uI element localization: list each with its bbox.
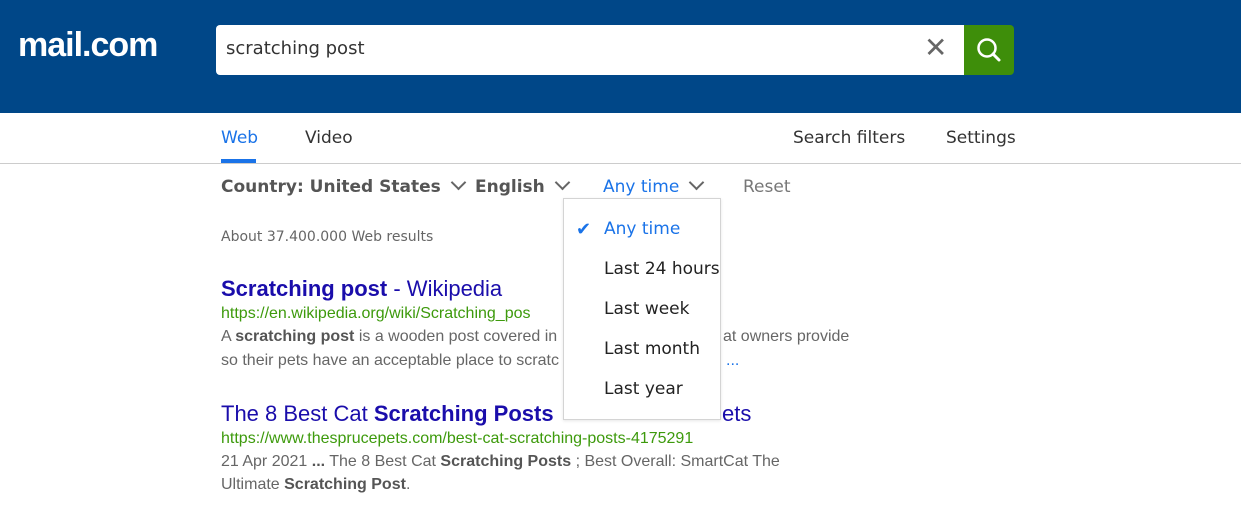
tab-video[interactable]: Video — [305, 128, 353, 148]
results-count: About 37.400.000 Web results — [221, 229, 434, 245]
result-snippet: Ultimate Scratching Post. — [221, 476, 411, 493]
divider — [0, 163, 1241, 164]
close-icon[interactable]: ✕ — [924, 33, 947, 63]
option-last-week[interactable]: Last week — [604, 299, 689, 319]
chevron-down-icon — [689, 174, 705, 191]
result-snippet: so their pets have an acceptable place t… — [221, 352, 559, 369]
option-any-time[interactable]: Any time — [604, 219, 680, 239]
time-filter[interactable]: Any time — [603, 174, 705, 197]
chevron-down-icon — [554, 174, 571, 191]
option-last-24-hours[interactable]: Last 24 hours — [604, 259, 720, 279]
magnifier-icon — [977, 38, 1001, 62]
country-label: Country: United States — [221, 177, 441, 197]
search-input[interactable]: scratching post ✕ — [216, 25, 964, 75]
language-label: English — [475, 177, 545, 197]
tab-web[interactable]: Web — [221, 128, 258, 148]
search-button[interactable] — [964, 25, 1014, 75]
result-snippet-tail: l ... — [718, 352, 740, 369]
time-dropdown-menu: ✔ Any time Last 24 hours Last week Last … — [563, 198, 721, 420]
result-title-link[interactable]: Scratching post - Wikipedia — [221, 276, 502, 302]
title-bold: Scratching post — [221, 276, 388, 301]
result-snippet: A scratching post is a wooden post cover… — [221, 328, 558, 345]
mail-com-logo[interactable]: mail.com — [18, 26, 158, 65]
checkmark-icon: ✔ — [576, 219, 592, 240]
settings-link[interactable]: Settings — [946, 128, 1016, 148]
result-snippet: 21 Apr 2021 ... The 8 Best Cat Scratchin… — [221, 453, 780, 470]
title-part: The 8 Best Cat — [221, 401, 374, 426]
country-filter[interactable]: Country: United States — [221, 174, 467, 197]
chevron-down-icon — [450, 174, 467, 191]
reset-button[interactable]: Reset — [743, 177, 791, 197]
time-label: Any time — [603, 177, 680, 197]
header: mail.com scratching post ✕ — [0, 0, 1241, 113]
result-url[interactable]: https://en.wikipedia.org/wiki/Scratching… — [221, 305, 531, 323]
option-last-year[interactable]: Last year — [604, 379, 683, 399]
title-bold: Scratching Posts — [373, 401, 554, 426]
search-filters-link[interactable]: Search filters — [793, 128, 905, 148]
result-title-tail[interactable]: ets — [722, 401, 751, 427]
language-filter[interactable]: English — [475, 174, 571, 197]
search-query[interactable]: scratching post — [226, 38, 365, 59]
result-snippet-tail: at owners provide — [723, 328, 850, 345]
title-rest: - Wikipedia — [387, 276, 503, 301]
result-title-link[interactable]: The 8 Best Cat Scratching Posts — [221, 401, 554, 427]
option-last-month[interactable]: Last month — [604, 339, 700, 359]
result-url[interactable]: https://www.thesprucepets.com/best-cat-s… — [221, 430, 693, 448]
